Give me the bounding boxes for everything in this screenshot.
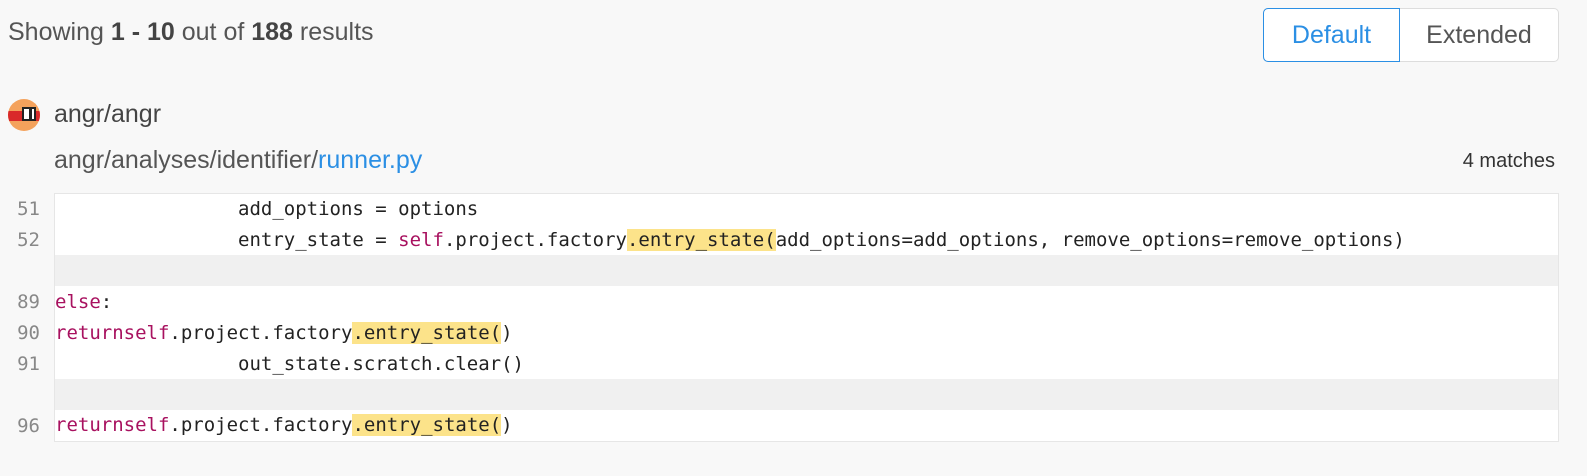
line-number[interactable]: 96 [0, 415, 54, 437]
code-line: 89 else: [0, 286, 1559, 317]
code-snippet: 51 add_options = options 52 entry_state … [0, 192, 1559, 442]
match-highlight: .entry_state( [626, 228, 776, 251]
code-line: 51 add_options = options [0, 192, 1559, 225]
results-range: 1 - 10 [110, 18, 175, 46]
match-highlight: .entry_state( [352, 321, 502, 344]
extended-view-button[interactable]: Extended [1400, 9, 1558, 61]
line-number[interactable]: 52 [0, 229, 54, 251]
match-count: 4 matches [1462, 150, 1555, 172]
snippet-gap [54, 255, 1559, 286]
code-line: 96 return self .project.factory .entry_sta… [0, 409, 1559, 442]
results-summary: Showing 1 - 10 out of 188 results [8, 18, 374, 46]
line-number[interactable]: 89 [0, 291, 54, 313]
code-text: return self .project.factory .entry_state(… [54, 409, 1559, 442]
code-line: 90 return self .project.factory .entry_sta… [0, 317, 1559, 348]
default-view-button[interactable]: Default [1263, 8, 1400, 62]
code-text: add_options = options [54, 192, 1559, 225]
code-text: else: [54, 286, 1559, 317]
repo-avatar-icon[interactable] [8, 99, 40, 131]
code-text: entry_state = self .project.factory .entry… [54, 224, 1559, 255]
repo-name[interactable]: angr/angr [54, 100, 161, 129]
snippet-gap [54, 379, 1559, 410]
code-text: out_state.scratch.clear() [54, 348, 1559, 379]
line-number[interactable]: 51 [0, 198, 54, 220]
code-line: 91 out_state.scratch.clear() [0, 348, 1559, 379]
file-path: angr/analyses/identifier/runner.py [54, 146, 422, 175]
code-line: 52 entry_state = self .project.factory .en… [0, 224, 1559, 255]
file-path-dir: angr/analyses/identifier/ [54, 146, 319, 174]
line-number[interactable]: 91 [0, 353, 54, 375]
match-highlight: .entry_state( [352, 414, 502, 436]
results-total: 188 [251, 18, 293, 46]
file-link[interactable]: runner.py [318, 146, 422, 174]
view-toggle: Default Extended [1263, 8, 1559, 62]
line-number[interactable]: 90 [0, 322, 54, 344]
code-text: return self .project.factory .entry_state(… [54, 317, 1559, 348]
